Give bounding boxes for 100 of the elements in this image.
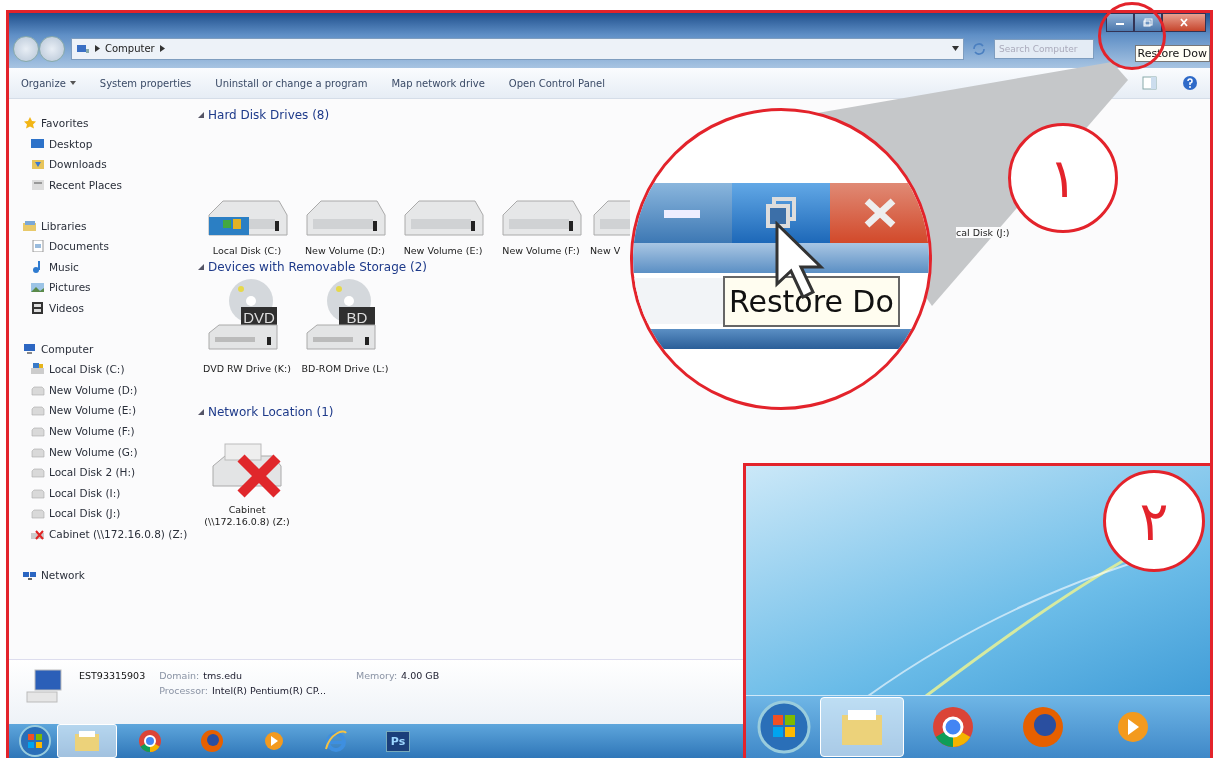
- drive-label[interactable]: cal Disk (J:): [956, 227, 1010, 238]
- toolbar-button[interactable]: Organize: [21, 77, 76, 89]
- sidebar-item[interactable]: Local Disk 2 (H:): [23, 461, 188, 483]
- picture-icon: [31, 281, 45, 294]
- chrome-icon: [138, 729, 162, 753]
- star-icon: [23, 117, 37, 130]
- drive-icon: [31, 404, 45, 417]
- sidebar-item[interactable]: Libraries: [23, 215, 188, 236]
- computer-icon: [76, 43, 90, 54]
- sidebar-item[interactable]: Pictures: [23, 277, 188, 298]
- firefox-icon: [1022, 706, 1064, 748]
- firefox-icon: [200, 729, 224, 753]
- drive-label[interactable]: New Volume (E:): [403, 244, 483, 257]
- restore-button[interactable]: [1134, 13, 1162, 32]
- dropdown-icon[interactable]: [952, 46, 959, 51]
- close-icon: [862, 198, 897, 228]
- toolbar-button[interactable]: Open Control Panel: [508, 77, 606, 89]
- sidebar-item[interactable]: New Volume (E:): [23, 400, 188, 421]
- help-icon[interactable]: [1182, 75, 1198, 91]
- sidebar-item[interactable]: New Volume (F:): [23, 420, 188, 442]
- sidebar-item[interactable]: Local Disk (J:): [23, 503, 188, 524]
- toolbar-button[interactable]: Map network drive: [391, 77, 485, 89]
- photoshop-icon: Ps: [385, 730, 411, 752]
- toolbar-button[interactable]: Uninstall or change a program: [215, 77, 368, 89]
- sidebar-item[interactable]: Computer: [23, 338, 188, 359]
- detail-label: Domain:: [159, 670, 200, 681]
- sidebar-item[interactable]: Recent Places: [23, 174, 188, 196]
- drive-icon: [31, 363, 45, 376]
- document-icon: [31, 240, 45, 253]
- play-icon: [1115, 709, 1151, 745]
- close-button[interactable]: [1162, 13, 1206, 32]
- start-button[interactable]: [756, 699, 812, 755]
- forward-button[interactable]: [39, 35, 65, 62]
- toolbar-button[interactable]: System properties: [99, 77, 192, 89]
- restore-icon: [1143, 18, 1153, 27]
- chevron-icon: [159, 45, 165, 52]
- sidebar-item[interactable]: Network: [23, 564, 188, 585]
- desktop-icon: [31, 137, 45, 150]
- minimize-icon: [662, 207, 703, 219]
- detail-label: Processor:: [159, 685, 208, 696]
- sidebar-item[interactable]: Favorites: [23, 113, 188, 134]
- taskbar-button[interactable]: [57, 724, 117, 758]
- chevron-icon: [95, 45, 100, 52]
- collapse-triangle-icon: [198, 264, 204, 270]
- collapse-triangle-icon: [198, 409, 204, 415]
- close-icon: [1179, 18, 1189, 27]
- sidebar-item[interactable]: Videos: [23, 297, 188, 319]
- drive-label[interactable]: New Volume (D:): [305, 244, 385, 257]
- drive-icon: [31, 466, 45, 479]
- taskbar-button[interactable]: Ps: [369, 725, 427, 757]
- tooltip: Restore Do: [723, 275, 900, 327]
- preview-pane-icon[interactable]: [1142, 76, 1158, 90]
- restore-icon: [764, 196, 798, 230]
- computer-name: EST93315903: [79, 670, 146, 681]
- detail-value: tms.edu: [203, 670, 243, 681]
- drive-label[interactable]: New V: [590, 244, 621, 257]
- folder-icon: [74, 730, 100, 752]
- drive-label[interactable]: New Volume (F:): [502, 244, 580, 257]
- sidebar-item[interactable]: Local Disk (I:): [23, 482, 188, 504]
- drive-label[interactable]: Local Disk (C:): [212, 244, 282, 257]
- drive-icon: [31, 445, 45, 458]
- drive-label[interactable]: Cabinet (\\172.16.0.8) (Z:): [198, 504, 296, 529]
- detail-label: Memory:: [355, 670, 398, 681]
- computer-icon: [25, 666, 65, 706]
- chrome-icon: [932, 706, 974, 748]
- sidebar-item[interactable]: New Volume (G:): [23, 441, 188, 462]
- back-button[interactable]: [13, 35, 39, 62]
- sidebar-item[interactable]: Cabinet (\\172.16.0.8) (Z:): [23, 523, 188, 545]
- search-field[interactable]: Search Computer: [994, 38, 1094, 59]
- address-bar[interactable]: Computer: [71, 37, 964, 60]
- group-header[interactable]: Network Location (1): [198, 402, 334, 422]
- breadcrumb-item[interactable]: Computer: [105, 43, 155, 54]
- browser-e-icon: [324, 729, 348, 753]
- minimize-button[interactable]: [1106, 13, 1134, 32]
- detail-value: Intel(R) Pentium(R) CP...: [212, 685, 326, 696]
- group-header[interactable]: Devices with Removable Storage (2): [198, 257, 427, 277]
- drive-error-icon: [31, 528, 45, 540]
- start-button[interactable]: [17, 724, 53, 758]
- sidebar-item[interactable]: Local Disk (C:): [23, 358, 188, 380]
- drive-icon: [31, 383, 45, 396]
- drive-label[interactable]: BD-ROM Drive (L:): [301, 363, 389, 376]
- drive-icon: [31, 486, 45, 499]
- folder-icon: [840, 708, 884, 746]
- caret-icon: [69, 81, 76, 85]
- drive-icon: [31, 507, 45, 520]
- drive-icon: [31, 425, 45, 437]
- drive-label[interactable]: DVD RW Drive (K:): [203, 363, 291, 376]
- group-header[interactable]: Hard Disk Drives (8): [198, 105, 330, 125]
- sidebar-item[interactable]: Documents: [23, 235, 188, 257]
- sidebar-item[interactable]: Music: [23, 256, 188, 278]
- folder-icon: [31, 158, 45, 171]
- refresh-icon[interactable]: [970, 40, 988, 57]
- detail-value: 4.00 GB: [401, 670, 440, 681]
- collapse-triangle-icon: [198, 112, 204, 118]
- sidebar-item[interactable]: Desktop: [23, 133, 188, 155]
- library-icon: [23, 219, 37, 232]
- sidebar-item[interactable]: Downloads: [23, 154, 188, 175]
- film-icon: [31, 302, 45, 315]
- sidebar-item[interactable]: New Volume (D:): [23, 379, 188, 401]
- recent-places-icon: [31, 179, 45, 192]
